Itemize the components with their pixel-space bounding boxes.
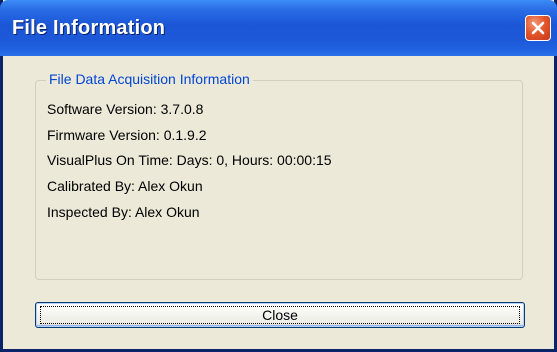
title-bar[interactable]: File Information [0,0,557,56]
calibrated-by-text: Calibrated By: Alex Okun [47,178,203,194]
groupbox-legend: File Data Acquisition Information [46,71,253,87]
window-title: File Information [12,17,166,39]
inspected-by-text: Inspected By: Alex Okun [47,204,200,220]
firmware-version-text: Firmware Version: 0.1.9.2 [47,127,207,143]
close-button[interactable]: Close [35,302,525,328]
file-information-dialog: File Information File Data Acquisition I… [0,0,557,352]
close-button-label: Close [262,307,298,323]
software-version-text: Software Version: 3.7.0.8 [47,101,204,117]
close-icon [531,21,545,35]
on-time-text: VisualPlus On Time: Days: 0, Hours: 00:0… [47,152,332,168]
window-close-button[interactable] [525,15,551,41]
file-data-groupbox: File Data Acquisition Information Softwa… [35,71,523,280]
